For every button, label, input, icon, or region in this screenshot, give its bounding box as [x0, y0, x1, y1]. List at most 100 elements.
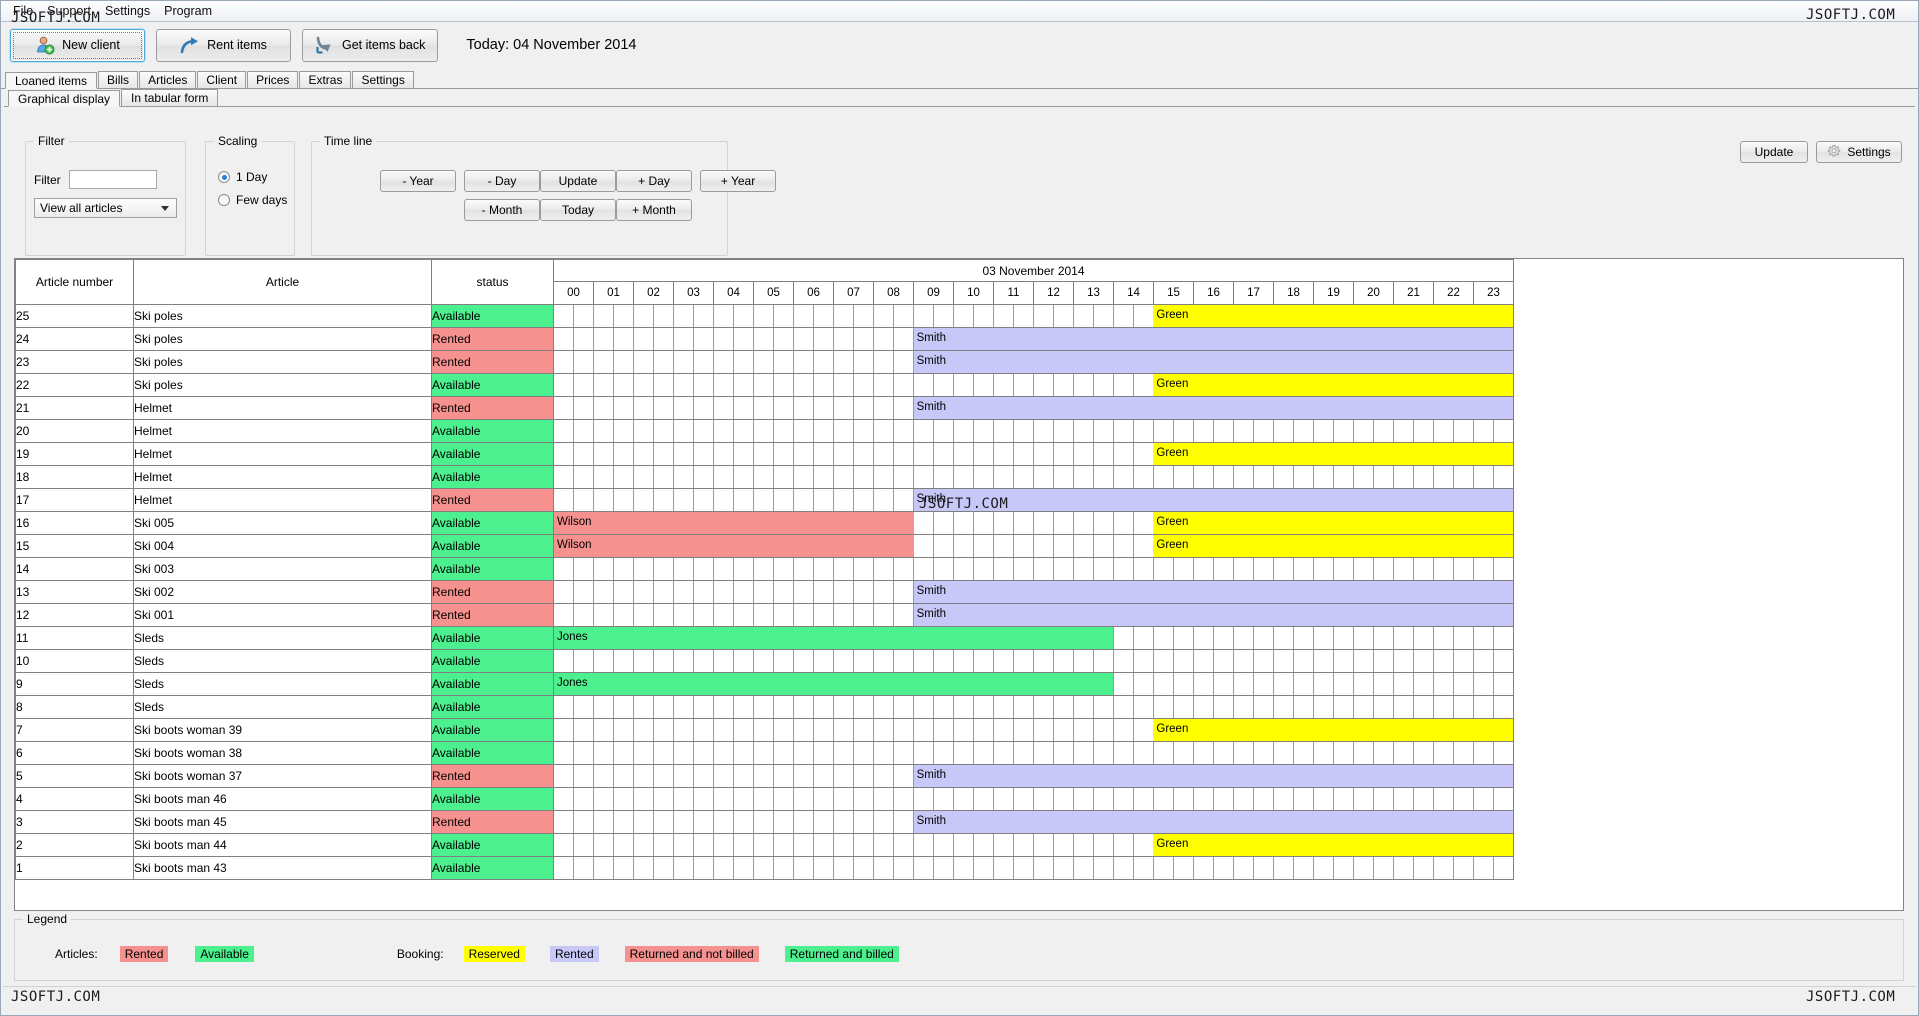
- timeline-cell[interactable]: [553, 787, 1514, 811]
- booking-bar[interactable]: Green: [1153, 535, 1513, 557]
- table-row[interactable]: 19 Helmet Available Green: [15, 442, 1514, 466]
- tab-graphical-display[interactable]: Graphical display: [8, 90, 121, 107]
- table-row[interactable]: 20 Helmet Available: [15, 419, 1514, 443]
- table-row[interactable]: 23 Ski poles Rented Smith: [15, 350, 1514, 374]
- menu-file[interactable]: File: [6, 2, 40, 20]
- plus-year-button[interactable]: + Year: [700, 170, 776, 192]
- article-view-select[interactable]: View all articles: [34, 198, 177, 218]
- timeline-cell[interactable]: Smith: [553, 580, 1514, 604]
- tab-bills[interactable]: Bills: [98, 71, 139, 88]
- col-article-number[interactable]: Article number: [15, 259, 134, 305]
- timeline-cell[interactable]: [553, 465, 1514, 489]
- booking-bar[interactable]: Green: [1153, 834, 1513, 856]
- timeline-cell[interactable]: [553, 649, 1514, 673]
- booking-bar[interactable]: Green: [1153, 443, 1513, 465]
- timeline-cell[interactable]: Green: [553, 833, 1514, 857]
- timeline-cell[interactable]: Green: [553, 304, 1514, 328]
- table-row[interactable]: 22 Ski poles Available Green: [15, 373, 1514, 397]
- table-row[interactable]: 11 Sleds Available Jones: [15, 626, 1514, 650]
- booking-bar[interactable]: Smith: [913, 765, 1513, 787]
- timeline-cell[interactable]: Smith: [553, 764, 1514, 788]
- timeline-cell[interactable]: Green: [553, 442, 1514, 466]
- tab-articles[interactable]: Articles: [139, 71, 197, 88]
- table-row[interactable]: 7 Ski boots woman 39 Available Green: [15, 718, 1514, 742]
- booking-bar[interactable]: Wilson: [554, 535, 914, 557]
- tab-loaned-items[interactable]: Loaned items: [5, 72, 98, 89]
- tab-extras[interactable]: Extras: [299, 71, 352, 88]
- menu-support[interactable]: Support: [40, 2, 98, 20]
- timeline-cell[interactable]: [553, 695, 1514, 719]
- table-row[interactable]: 21 Helmet Rented Smith: [15, 396, 1514, 420]
- filter-input[interactable]: [68, 170, 157, 189]
- timeline-cell[interactable]: [553, 557, 1514, 581]
- update-button[interactable]: Update: [1740, 141, 1808, 163]
- booking-bar[interactable]: Smith: [913, 397, 1513, 419]
- scaling-option-few-days[interactable]: Few days: [218, 193, 287, 207]
- menu-program[interactable]: Program: [157, 2, 219, 20]
- table-row[interactable]: 12 Ski 001 Rented Smith: [15, 603, 1514, 627]
- today-button[interactable]: Today: [540, 199, 616, 221]
- timeline-cell[interactable]: Green: [553, 373, 1514, 397]
- timeline-cell[interactable]: Smith: [553, 327, 1514, 351]
- minus-day-button[interactable]: - Day: [464, 170, 540, 192]
- table-row[interactable]: 4 Ski boots man 46 Available: [15, 787, 1514, 811]
- minus-year-button[interactable]: - Year: [380, 170, 456, 192]
- table-row[interactable]: 13 Ski 002 Rented Smith: [15, 580, 1514, 604]
- booking-bar[interactable]: Smith: [913, 328, 1513, 350]
- booking-bar[interactable]: Smith: [913, 581, 1513, 603]
- booking-bar[interactable]: Wilson: [554, 512, 914, 534]
- booking-bar[interactable]: Jones: [554, 627, 1114, 649]
- plus-day-button[interactable]: + Day: [616, 170, 692, 192]
- timeline-cell[interactable]: Jones: [553, 626, 1514, 650]
- booking-bar[interactable]: Smith: [913, 811, 1513, 833]
- timeline-cell[interactable]: Smith: [553, 350, 1514, 374]
- table-row[interactable]: 2 Ski boots man 44 Available Green: [15, 833, 1514, 857]
- schedule-grid-container[interactable]: Article number Article status 03 Novembe…: [14, 258, 1904, 911]
- booking-bar[interactable]: Smith: [913, 604, 1513, 626]
- table-row[interactable]: 14 Ski 003 Available: [15, 557, 1514, 581]
- booking-bar[interactable]: Green: [1153, 374, 1513, 396]
- table-row[interactable]: 24 Ski poles Rented Smith: [15, 327, 1514, 351]
- plus-month-button[interactable]: + Month: [616, 199, 692, 221]
- timeline-cell[interactable]: Green: [553, 718, 1514, 742]
- table-row[interactable]: 15 Ski 004 Available Wilson Green: [15, 534, 1514, 558]
- table-row[interactable]: 17 Helmet Rented Smith: [15, 488, 1514, 512]
- minus-month-button[interactable]: - Month: [464, 199, 540, 221]
- booking-bar[interactable]: Green: [1153, 305, 1513, 327]
- tab-prices[interactable]: Prices: [247, 71, 299, 88]
- tab-settings[interactable]: Settings: [352, 71, 414, 88]
- table-row[interactable]: 25 Ski poles Available Green: [15, 304, 1514, 328]
- scaling-option-1-day[interactable]: 1 Day: [218, 170, 267, 184]
- table-row[interactable]: 5 Ski boots woman 37 Rented Smith: [15, 764, 1514, 788]
- menu-settings[interactable]: Settings: [98, 2, 157, 20]
- col-status[interactable]: status: [431, 259, 554, 305]
- table-row[interactable]: 6 Ski boots woman 38 Available: [15, 741, 1514, 765]
- timeline-update-button[interactable]: Update: [540, 170, 616, 192]
- booking-bar[interactable]: Green: [1153, 512, 1513, 534]
- timeline-cell[interactable]: Wilson Green: [553, 534, 1514, 558]
- booking-bar[interactable]: Smith: [913, 351, 1513, 373]
- table-row[interactable]: 3 Ski boots man 45 Rented Smith: [15, 810, 1514, 834]
- timeline-cell[interactable]: [553, 741, 1514, 765]
- table-row[interactable]: 1 Ski boots man 43 Available: [15, 856, 1514, 880]
- timeline-cell[interactable]: Wilson Green: [553, 511, 1514, 535]
- rent-items-button[interactable]: Rent items: [156, 28, 291, 62]
- timeline-cell[interactable]: Smith: [553, 810, 1514, 834]
- tab-in-tabular-form[interactable]: In tabular form: [121, 89, 219, 106]
- new-client-button[interactable]: New client: [10, 28, 145, 62]
- table-row[interactable]: 16 Ski 005 Available Wilson Green: [15, 511, 1514, 535]
- settings-button[interactable]: Settings: [1816, 141, 1902, 163]
- table-row[interactable]: 8 Sleds Available: [15, 695, 1514, 719]
- booking-bar[interactable]: Jones: [554, 673, 1114, 695]
- booking-bar[interactable]: Green: [1153, 719, 1513, 741]
- timeline-cell[interactable]: Jones: [553, 672, 1514, 696]
- tab-client[interactable]: Client: [197, 71, 247, 88]
- col-article[interactable]: Article: [133, 259, 432, 305]
- timeline-cell[interactable]: Smith: [553, 396, 1514, 420]
- get-items-back-button[interactable]: Get items back: [302, 28, 439, 62]
- timeline-cell[interactable]: Smith: [553, 488, 1514, 512]
- table-row[interactable]: 18 Helmet Available: [15, 465, 1514, 489]
- table-row[interactable]: 10 Sleds Available: [15, 649, 1514, 673]
- timeline-cell[interactable]: [553, 419, 1514, 443]
- timeline-cell[interactable]: Smith: [553, 603, 1514, 627]
